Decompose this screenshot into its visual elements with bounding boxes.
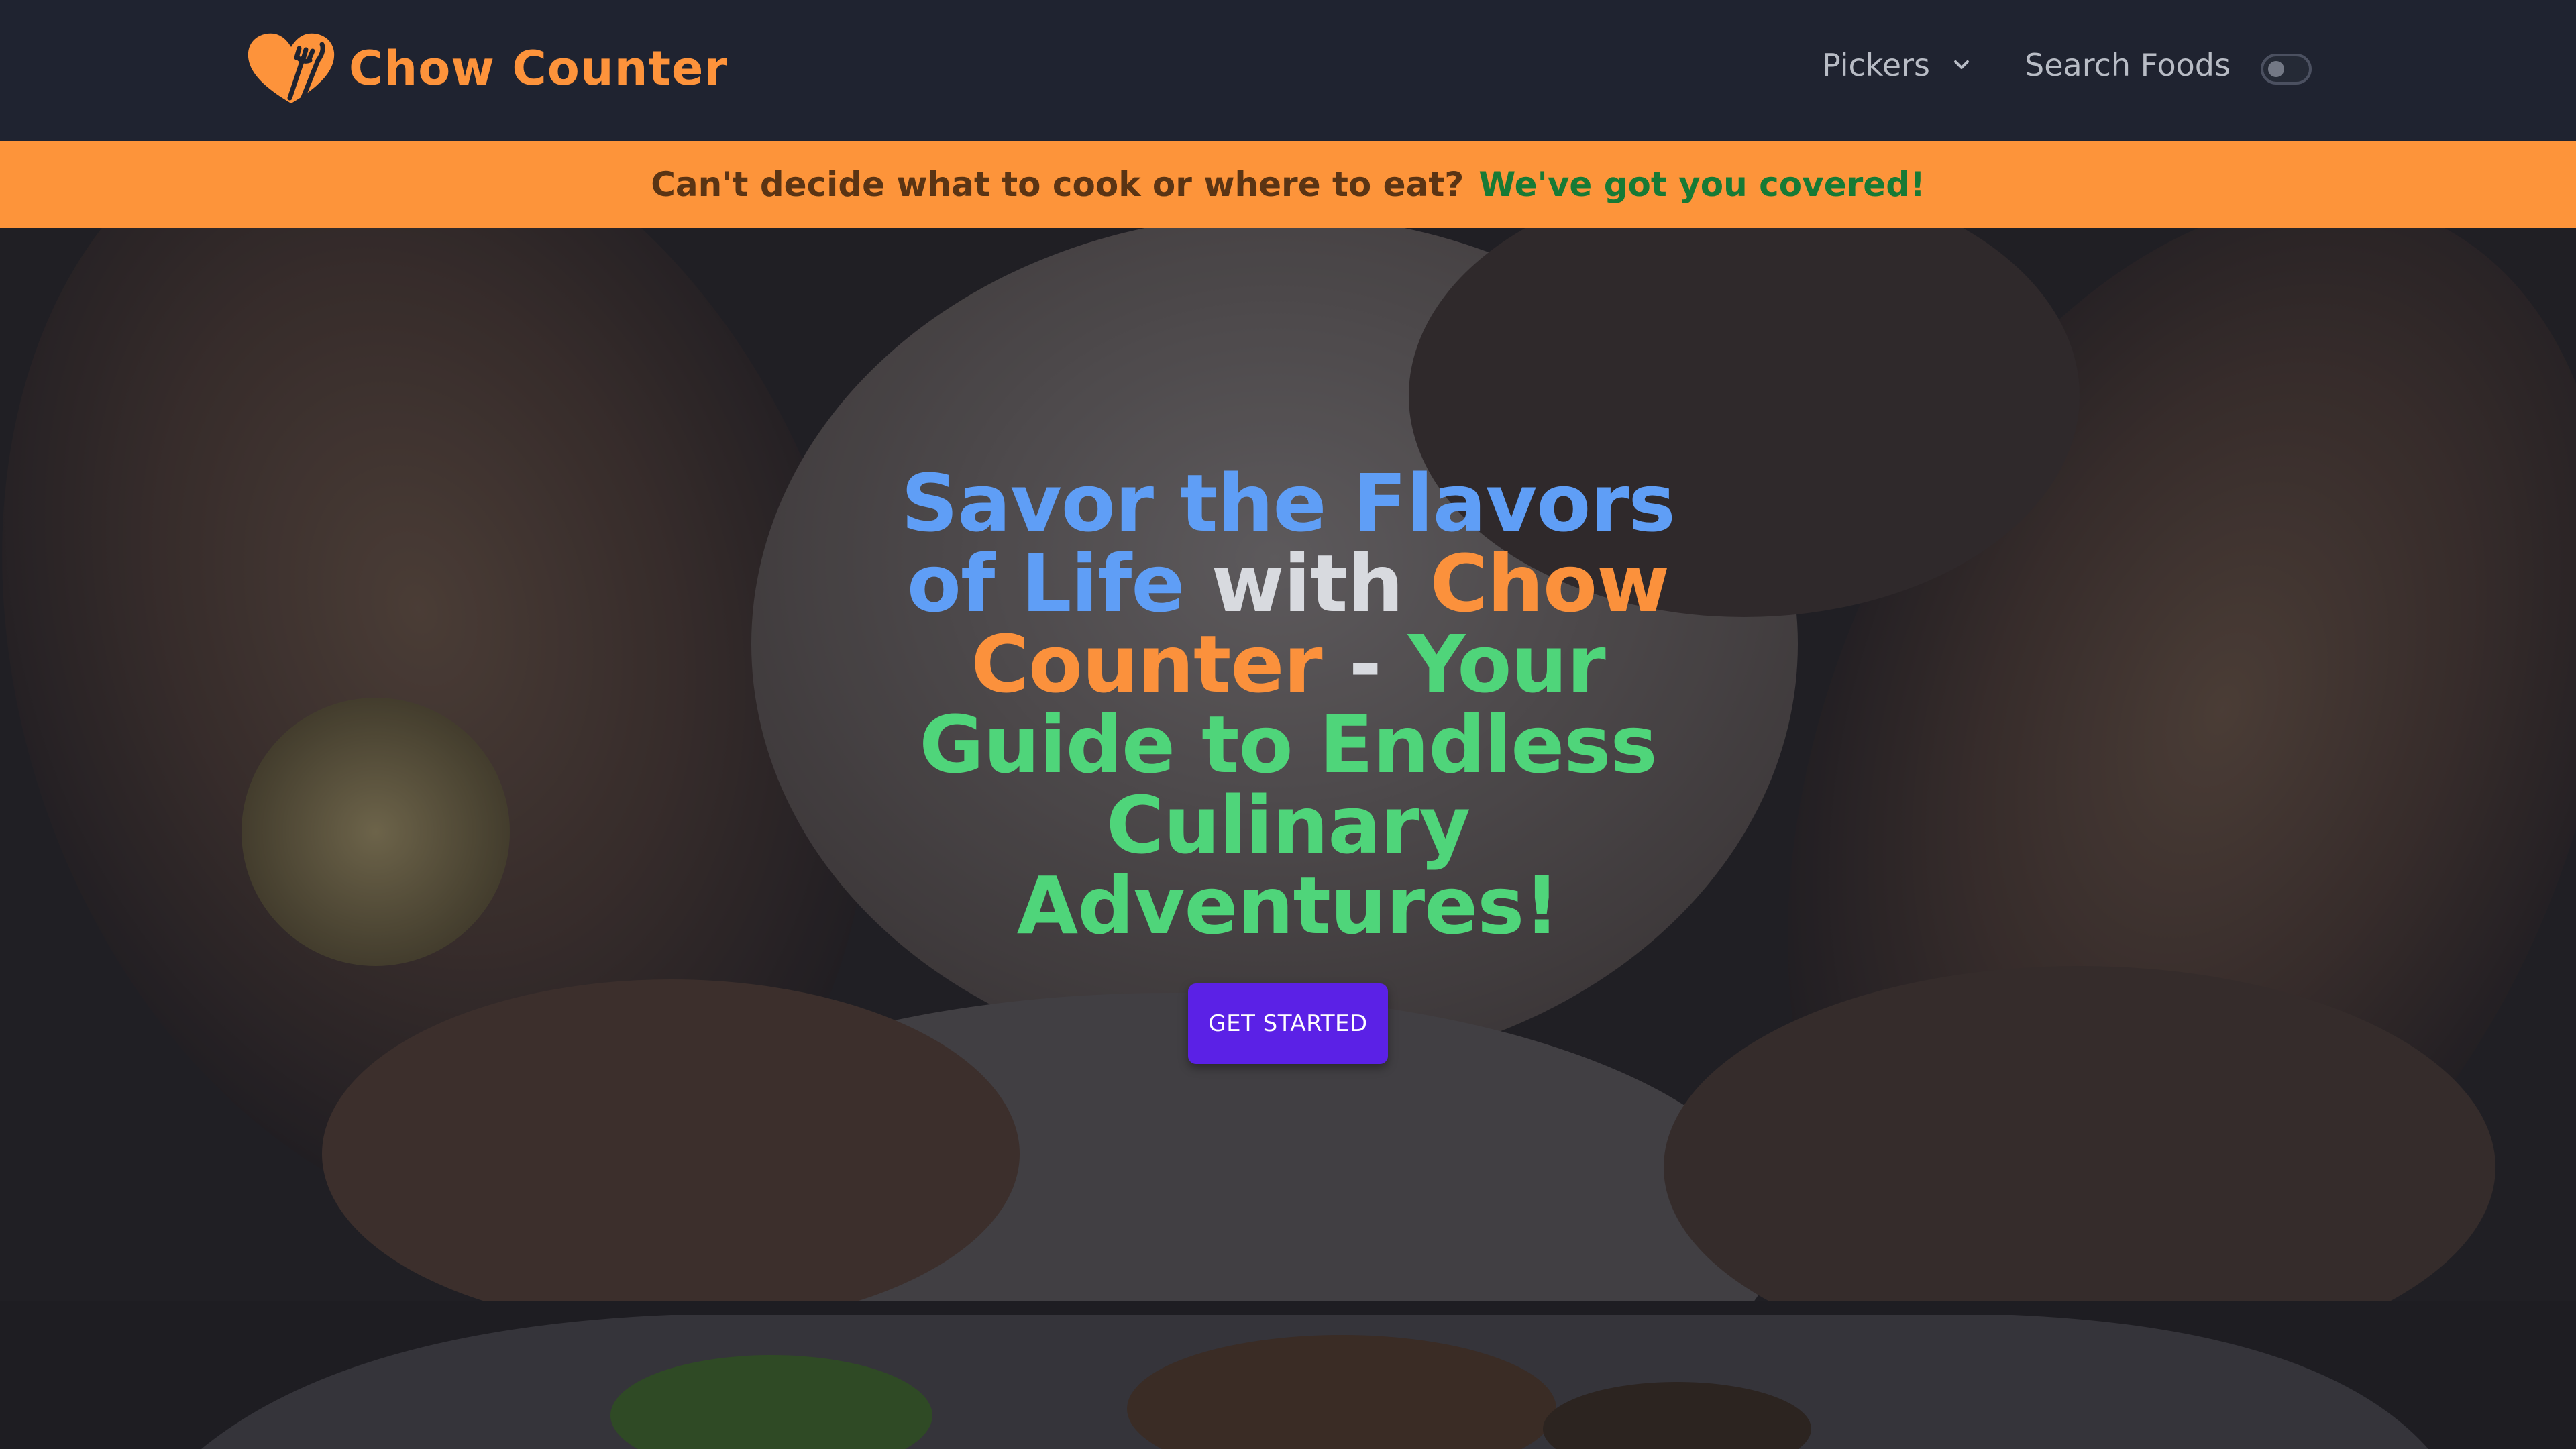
hero-title-part-2: with [1211, 537, 1403, 630]
hero-title: Savor the Flavors of Life with Chow Coun… [872, 463, 1704, 946]
brand-link[interactable]: Chow Counter [246, 31, 728, 106]
toggle-knob [2268, 61, 2284, 77]
theme-toggle[interactable] [2261, 54, 2312, 85]
next-section-preview [0, 1301, 2576, 1449]
nav-search-foods-link[interactable]: Search Foods [2025, 47, 2231, 83]
banner-question: Can't decide what to cook or where to ea… [651, 165, 1464, 204]
chevron-down-icon [1953, 60, 1969, 69]
nav-search-label: Search Foods [2025, 47, 2231, 83]
page: Chow Counter Pickers Search Foods Can't … [0, 0, 2576, 1449]
hero-title-part-4: - [1348, 618, 1382, 710]
get-started-button[interactable]: GET STARTED [1188, 983, 1388, 1064]
nav-pickers-dropdown[interactable]: Pickers [1822, 47, 1973, 83]
banner-answer: We've got you covered! [1479, 165, 1925, 204]
promo-banner: Can't decide what to cook or where to ea… [0, 141, 2576, 228]
food-plate-image [0, 1301, 2576, 1449]
brand-name: Chow Counter [349, 41, 728, 96]
logo-icon [248, 33, 335, 104]
hero-section: Savor the Flavors of Life with Chow Coun… [0, 228, 2576, 1301]
nav-pickers-label: Pickers [1822, 47, 1930, 83]
navbar: Chow Counter Pickers Search Foods [0, 0, 2576, 141]
